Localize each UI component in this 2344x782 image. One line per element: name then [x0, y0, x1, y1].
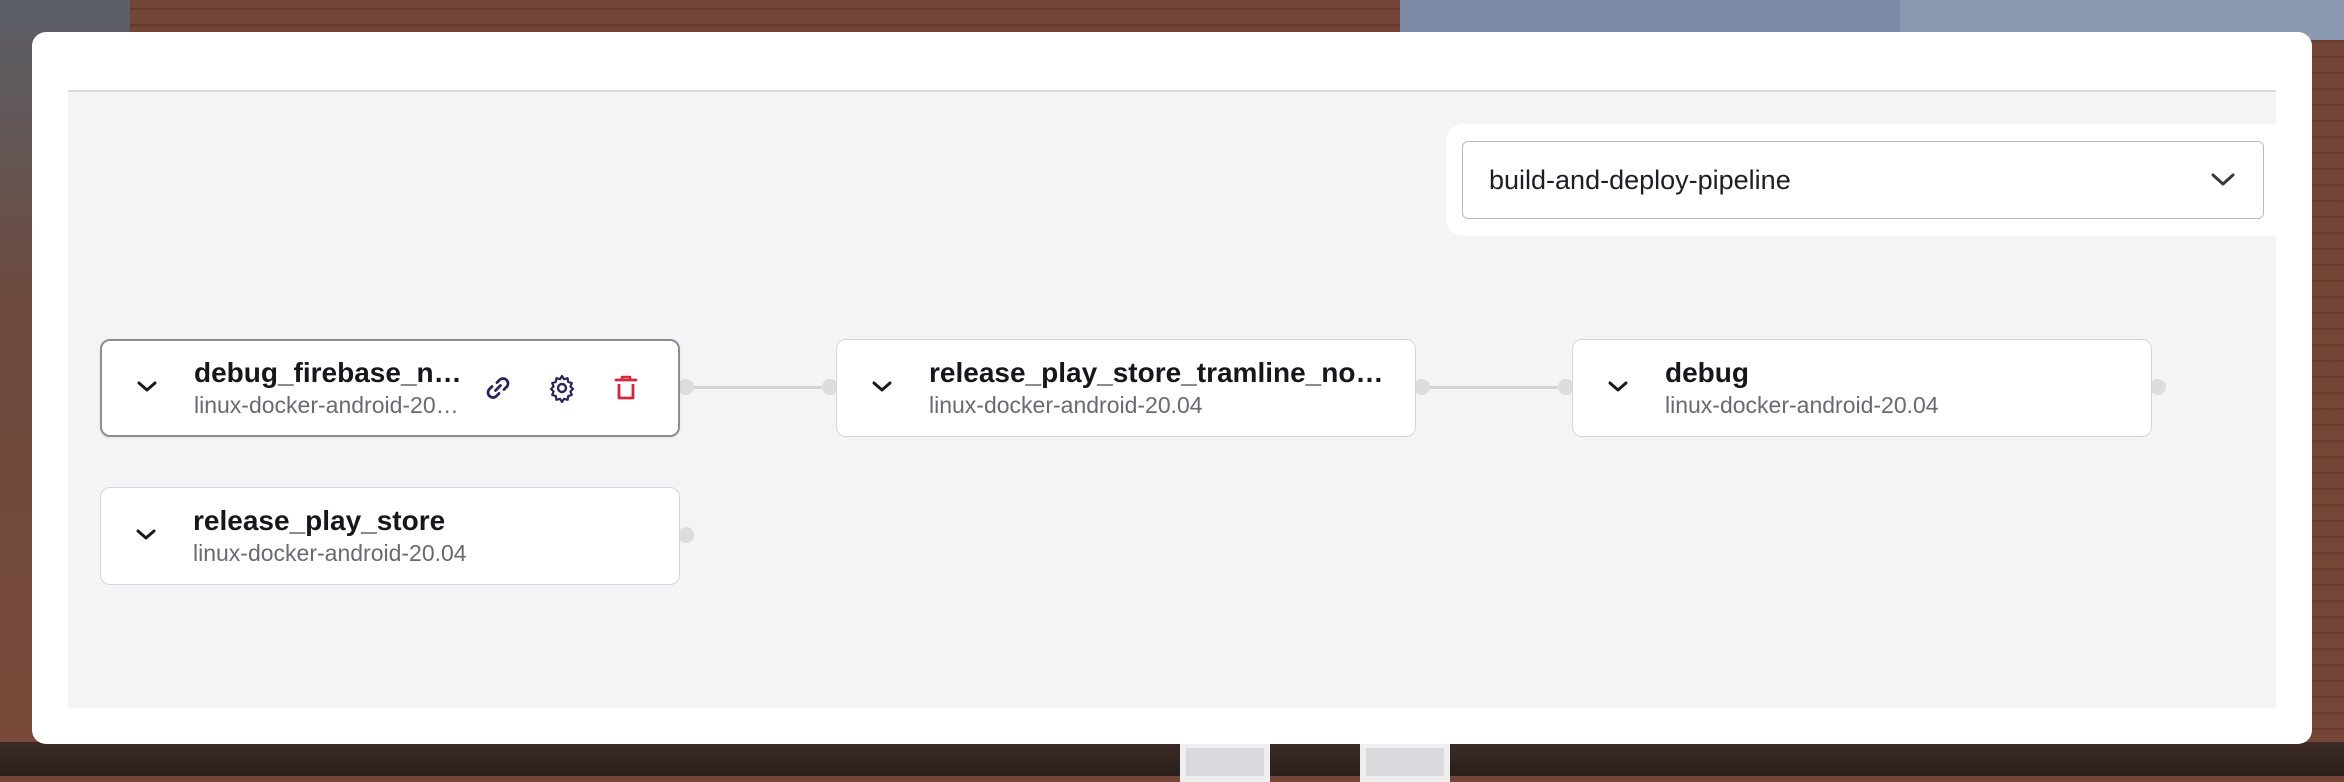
workflow-node[interactable]: release_play_store linux-docker-android-… — [100, 487, 680, 585]
workflow-node[interactable]: release_play_store_tramline_no_artifacts… — [836, 339, 1416, 437]
chevron-down-icon — [1607, 379, 1629, 398]
node-output-port[interactable] — [678, 527, 694, 543]
trash-icon[interactable] — [608, 370, 644, 406]
workflow-edge — [686, 386, 838, 389]
node-name: release_play_store_tramline_no_artifacts — [929, 357, 1395, 388]
workflow-edge — [1422, 386, 1574, 389]
node-texts: debug linux-docker-android-20.04 — [1665, 356, 2151, 420]
node-machine: linux-docker-android-20.04 — [1665, 392, 1939, 418]
gear-icon[interactable] — [544, 370, 580, 406]
node-machine: linux-docker-android-20.04 — [929, 392, 1203, 418]
background-window — [1360, 742, 1450, 782]
workflow-node[interactable]: debug linux-docker-android-20.04 — [1572, 339, 2152, 437]
node-output-port[interactable] — [2150, 379, 2166, 395]
node-actions — [462, 370, 678, 406]
chevron-down-icon — [871, 379, 893, 398]
node-expand-toggle[interactable] — [1607, 379, 1665, 398]
node-texts: release_play_store linux-docker-android-… — [193, 504, 679, 568]
node-expand-toggle[interactable] — [871, 379, 929, 398]
node-output-port[interactable] — [678, 379, 694, 395]
link-icon[interactable] — [480, 370, 516, 406]
pipeline-select-value: build-and-deploy-pipeline — [1489, 164, 1791, 195]
background-bottom — [0, 742, 2344, 776]
node-name: release_play_store — [193, 505, 446, 536]
background-window — [1180, 742, 1270, 782]
chevron-down-icon — [2209, 166, 2237, 194]
workflow-node[interactable]: debug_firebase_no_artifacts linux-docker… — [100, 339, 680, 437]
node-machine: linux-docker-android-20.04 — [194, 392, 462, 418]
node-machine: linux-docker-android-20.04 — [193, 540, 467, 566]
node-expand-toggle[interactable] — [135, 527, 193, 546]
chevron-down-icon — [136, 379, 158, 398]
node-texts: debug_firebase_no_artifacts linux-docker… — [194, 356, 462, 420]
node-output-port[interactable] — [1414, 379, 1430, 395]
node-expand-toggle[interactable] — [136, 379, 194, 398]
chevron-down-icon — [135, 527, 157, 546]
node-name: debug_firebase_no_artifacts — [194, 357, 462, 388]
node-name: debug — [1665, 357, 1749, 388]
pipeline-select[interactable]: build-and-deploy-pipeline — [1462, 141, 2264, 219]
node-texts: release_play_store_tramline_no_artifacts… — [929, 356, 1415, 420]
